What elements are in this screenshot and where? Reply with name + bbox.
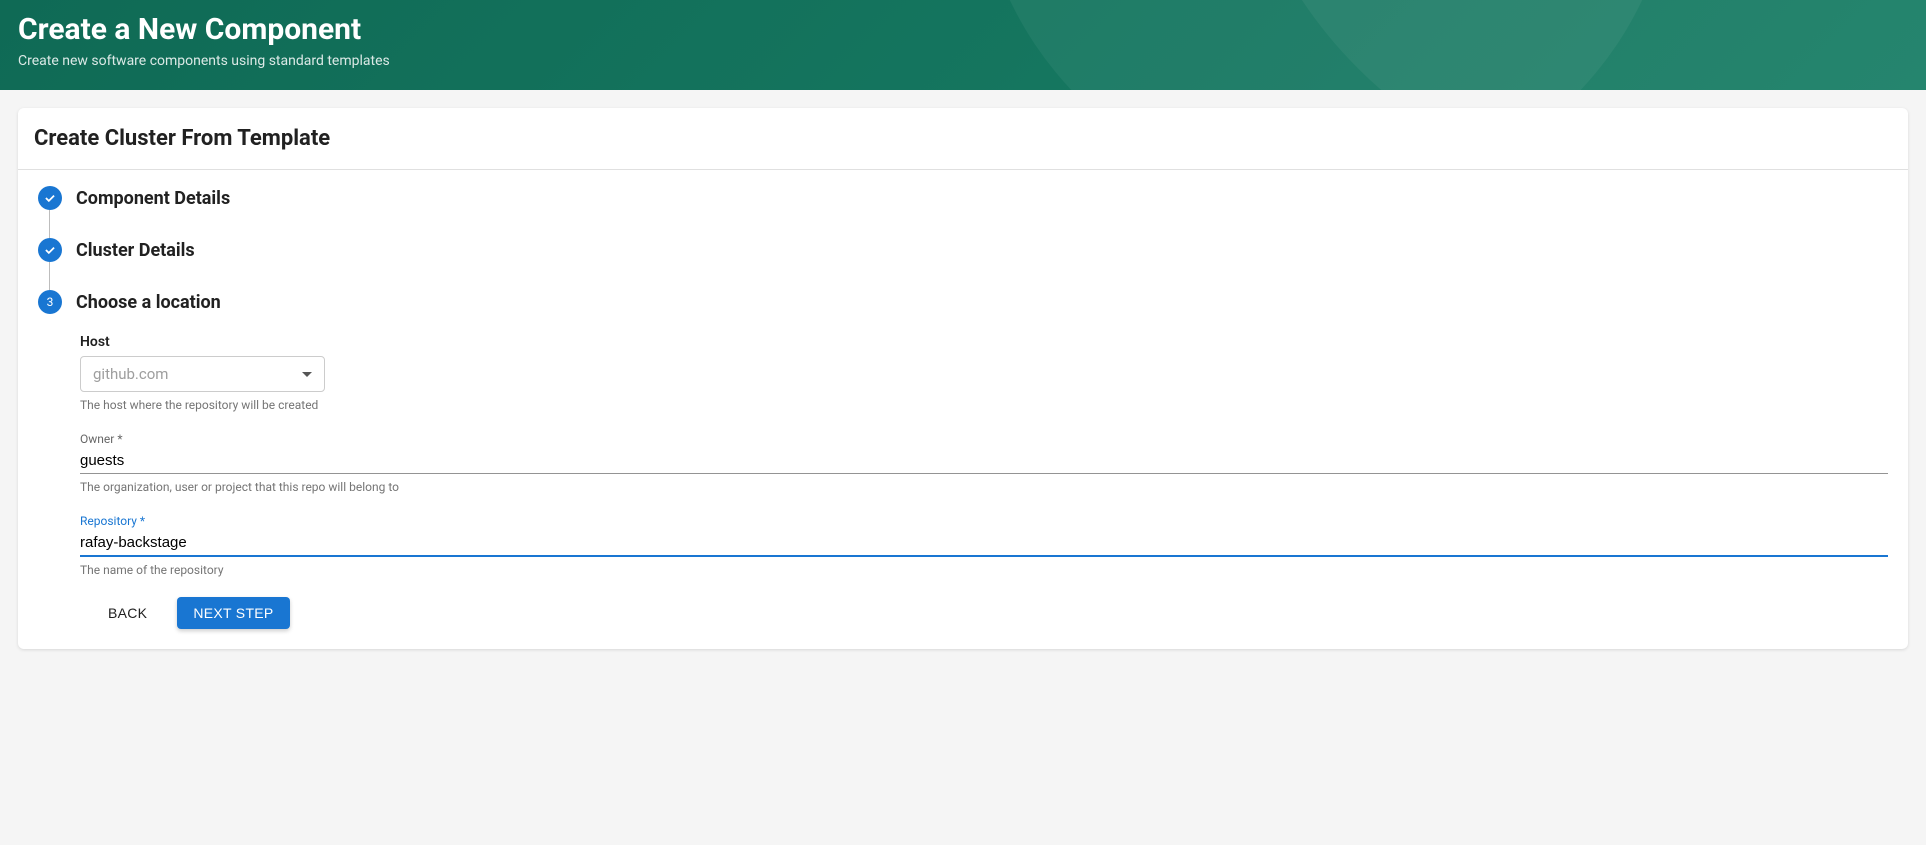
check-icon <box>38 238 62 262</box>
step-number-icon: 3 <box>38 290 62 314</box>
page-header: Create a New Component Create new softwa… <box>0 0 1926 90</box>
step-title: Cluster Details <box>76 240 195 261</box>
owner-field: Owner The organization, user or project … <box>80 432 1888 494</box>
wizard-card: Create Cluster From Template Component D… <box>18 108 1908 649</box>
host-label: Host <box>80 334 1888 350</box>
host-select[interactable]: github.com <box>80 356 325 392</box>
repository-input[interactable] <box>80 528 1888 557</box>
step-content: Host github.com The host where the repos… <box>38 314 1888 629</box>
step-title: Component Details <box>76 188 230 209</box>
page-title: Create a New Component <box>18 12 1908 47</box>
card-title: Create Cluster From Template <box>34 126 1892 151</box>
step-component-details[interactable]: Component Details <box>38 186 1888 210</box>
next-step-button[interactable]: Next Step <box>177 597 289 629</box>
step-title: Choose a location <box>76 292 221 313</box>
check-icon <box>38 186 62 210</box>
repository-label: Repository <box>80 514 1888 528</box>
host-field: Host github.com The host where the repos… <box>80 334 1888 412</box>
owner-help: The organization, user or project that t… <box>80 480 1888 494</box>
repository-field: Repository The name of the repository <box>80 514 1888 577</box>
step-cluster-details[interactable]: Cluster Details <box>38 238 1888 262</box>
wizard-actions: Back Next Step <box>80 597 1888 629</box>
step-connector <box>49 210 50 238</box>
repository-help: The name of the repository <box>80 563 1888 577</box>
back-button[interactable]: Back <box>92 597 163 629</box>
step-choose-location: 3 Choose a location <box>38 290 1888 314</box>
step-connector <box>49 262 50 290</box>
host-help: The host where the repository will be cr… <box>80 398 1888 412</box>
page-subtitle: Create new software components using sta… <box>18 53 1908 69</box>
host-placeholder: github.com <box>93 365 168 383</box>
owner-input[interactable] <box>80 446 1888 474</box>
stepper: Component Details Cluster Details 3 Choo… <box>18 170 1908 649</box>
owner-label: Owner <box>80 432 1888 446</box>
card-header: Create Cluster From Template <box>18 108 1908 170</box>
chevron-down-icon <box>302 372 312 377</box>
